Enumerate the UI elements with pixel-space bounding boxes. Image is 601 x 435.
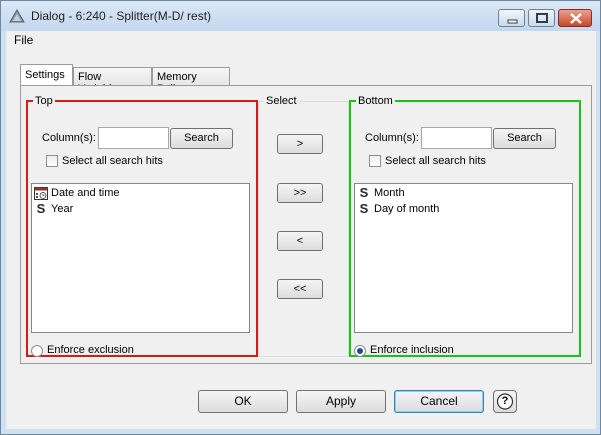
close-window-button[interactable] xyxy=(558,9,592,27)
app-triangle-icon xyxy=(9,9,25,23)
minimize-icon xyxy=(507,19,518,24)
enforce-exclusion-label: Enforce exclusion xyxy=(47,344,134,356)
top-select-all-label: Select all search hits xyxy=(62,155,163,167)
menu-file[interactable]: File xyxy=(14,33,33,47)
list-item-label: Date and time xyxy=(51,187,120,199)
remove-all-button[interactable]: << xyxy=(277,279,323,299)
list-item[interactable]: S Year xyxy=(34,202,234,218)
string-type-icon: S xyxy=(359,201,369,216)
cancel-button[interactable]: Cancel xyxy=(394,390,484,413)
bottom-group: Bottom Column(s): Search Select all sear… xyxy=(349,95,581,357)
settings-panel: Top Column(s): Search Select all search … xyxy=(20,85,592,364)
top-column-label: Column(s): xyxy=(42,132,96,144)
window-title: Dialog - 6:240 - Splitter(M-D/ rest) xyxy=(31,9,212,23)
top-select-all-checkbox[interactable] xyxy=(46,155,58,167)
title-bar[interactable]: Dialog - 6:240 - Splitter(M-D/ rest) xyxy=(1,1,600,31)
top-group: Top Column(s): Search Select all search … xyxy=(26,95,258,357)
string-type-icon: S xyxy=(359,185,369,200)
bottom-search-button[interactable]: Search xyxy=(493,128,556,149)
remove-button[interactable]: < xyxy=(277,231,323,251)
bottom-column-list[interactable]: S Month S Day of month xyxy=(354,183,573,333)
calendar-icon xyxy=(34,187,48,200)
ok-button[interactable]: OK xyxy=(198,390,288,413)
list-item[interactable]: Date and time xyxy=(34,186,234,202)
list-item-label: Year xyxy=(51,203,74,215)
tab-flow-variables[interactable]: Flow Variables xyxy=(73,67,152,95)
bottom-select-all-label: Select all search hits xyxy=(385,155,486,167)
bottom-select-all-checkbox[interactable] xyxy=(369,155,381,167)
enforce-inclusion-label: Enforce inclusion xyxy=(370,344,454,356)
list-item-label: Day of month xyxy=(374,203,440,215)
list-item[interactable]: S Month xyxy=(357,186,557,202)
top-legend: Top xyxy=(35,95,53,107)
top-column-list[interactable]: Date and time S Year xyxy=(31,183,250,333)
dialog-window: Dialog - 6:240 - Splitter(M-D/ rest) Fil… xyxy=(0,0,601,435)
string-type-icon: S xyxy=(36,201,46,216)
bottom-legend: Bottom xyxy=(358,95,393,107)
bottom-column-label: Column(s): xyxy=(365,132,419,144)
list-item[interactable]: S Day of month xyxy=(357,202,557,218)
menu-bar: File xyxy=(6,31,596,49)
top-search-button[interactable]: Search xyxy=(170,128,233,149)
close-icon xyxy=(570,13,582,24)
dialog-body: Settings Flow Variables Memory Policy To… xyxy=(6,49,596,429)
enforce-inclusion-radio[interactable] xyxy=(354,345,366,357)
list-item-label: Month xyxy=(374,187,405,199)
select-group: Select > >> < << xyxy=(258,95,349,357)
maximize-button[interactable] xyxy=(528,9,555,27)
top-search-input[interactable] xyxy=(98,127,169,149)
minimize-button[interactable] xyxy=(498,9,525,27)
help-button[interactable]: ? xyxy=(493,390,517,413)
bottom-search-input[interactable] xyxy=(421,127,492,149)
select-legend: Select xyxy=(266,95,297,107)
tab-memory-policy[interactable]: Memory Policy xyxy=(152,67,230,95)
enforce-exclusion-radio[interactable] xyxy=(31,345,43,357)
maximize-icon xyxy=(536,13,548,23)
add-button[interactable]: > xyxy=(277,134,323,154)
tab-settings[interactable]: Settings xyxy=(20,64,73,86)
add-all-button[interactable]: >> xyxy=(277,183,323,203)
help-label: ? xyxy=(501,395,509,407)
apply-button[interactable]: Apply xyxy=(296,390,386,413)
